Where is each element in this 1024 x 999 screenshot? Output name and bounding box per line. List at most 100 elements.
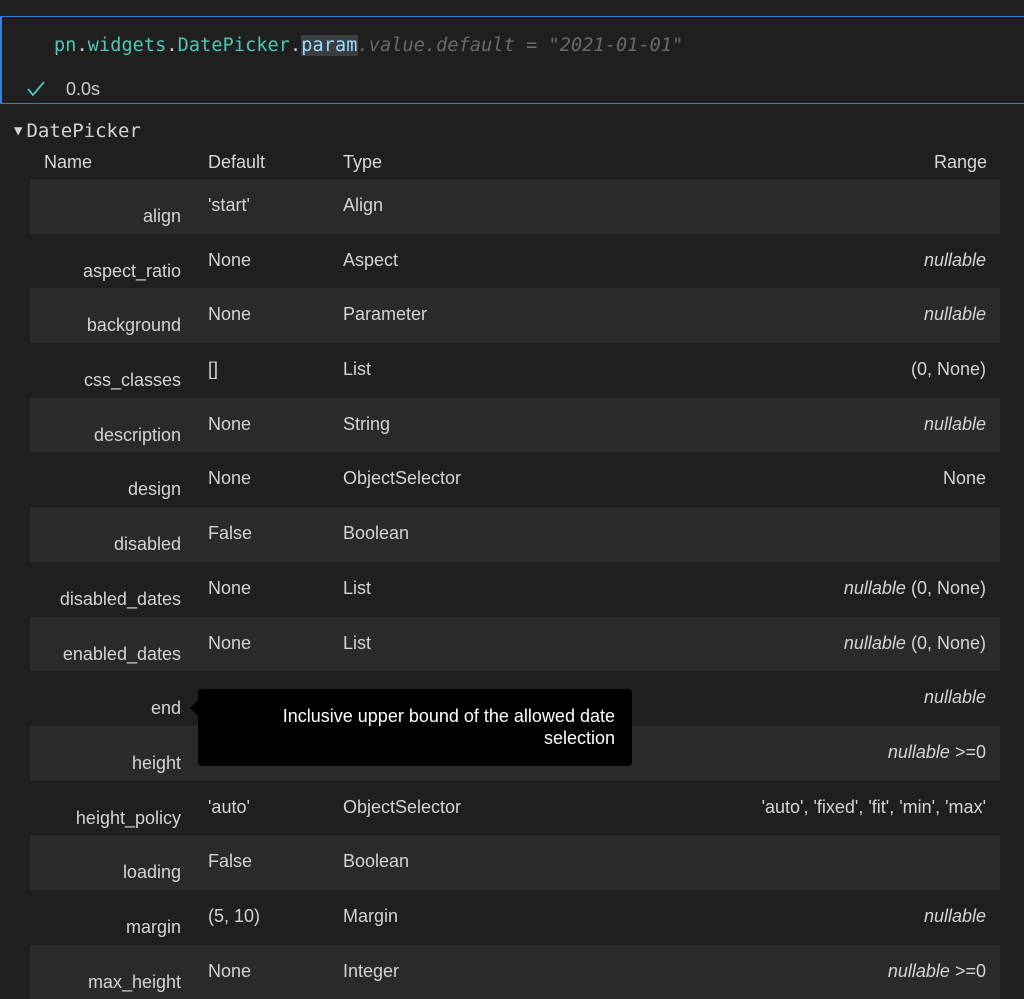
param-type: Boolean [343,851,410,872]
param-range: nullable >=0 [888,961,986,982]
param-range: nullable (0, None) [844,633,986,654]
param-default: None [208,468,252,489]
param-default: None [208,577,252,598]
header-range: Range [933,152,987,172]
param-range: (0, None) [911,359,986,380]
param-default: [] [208,359,219,380]
code-token-param: param [301,35,358,56]
param-range-value: None [942,468,986,489]
execution-time: 0.0s [66,78,101,99]
param-default: (5, 10) [208,905,261,926]
param-name[interactable]: margin [126,917,181,938]
param-name[interactable]: css_classes [84,370,181,391]
param-range: nullable (0, None) [844,578,986,599]
param-default: 'start' [208,195,250,215]
param-range-value: (0, None) [910,359,986,380]
param-type: Aspect [343,249,399,270]
table-row: enabled_dates None List nullable (0, None) [30,616,1000,672]
param-type: List [343,577,372,598]
param-range: nullable [924,687,986,708]
output-title-label: DatePicker [26,120,141,142]
param-name[interactable]: description [94,425,181,446]
param-table: align 'start' Align aspect_ratio None Aspect n… [30,179,1000,999]
param-range-nullable: nullable [843,577,906,598]
param-range: 'auto', 'fixed', 'fit', 'min', 'max' [762,797,986,818]
param-default: None [208,249,252,270]
table-row: height_policy 'auto' ObjectSelector 'auto',… [30,781,1000,836]
tooltip: Inclusive upper bound of the allowed dat… [198,689,632,766]
output-title[interactable]: ▼ DatePicker [14,120,141,142]
code-token-widgets: widgets [87,35,167,56]
param-name[interactable]: design [128,479,181,500]
table-row: description None String nullable [30,397,1000,453]
table-header: Name Default Type Range [0,152,1024,174]
param-name[interactable]: height_policy [76,808,181,829]
tooltip-arrow [190,700,198,716]
param-range: nullable [924,304,986,325]
param-name[interactable]: align [143,206,181,227]
header-type: Type [343,152,383,172]
param-name[interactable]: max_height [88,972,181,993]
param-default: None [208,632,252,653]
param-range-value: >=0 [949,741,986,762]
param-default: 'auto' [208,796,250,817]
table-row: disabled_dates None List nullable (0, None) [30,562,1000,617]
param-type: Boolean [343,523,410,544]
param-name[interactable]: loading [123,862,181,883]
param-name[interactable]: aspect_ratio [83,261,181,282]
param-name[interactable]: height [132,753,181,774]
table-row: css_classes [] List (0, None) [30,343,1000,398]
table-row: align 'start' Align [30,179,1000,234]
checkmark-icon [27,81,45,97]
param-type: ObjectSelector [343,796,462,817]
code-token-pn: pn [54,35,77,56]
cell-focus-bar [0,17,2,103]
param-range-nullable: nullable [923,687,986,708]
param-default: False [208,851,253,872]
param-range: nullable [924,250,986,271]
table-row: loading False Boolean [30,835,1000,890]
param-range: nullable >=0 [888,742,986,763]
param-range-nullable: nullable [923,249,986,270]
param-range-value: >=0 [949,960,986,981]
table-row: disabled False Boolean [30,507,1000,562]
param-range-nullable: nullable [843,632,906,653]
param-name[interactable]: disabled [114,534,181,555]
param-type: Margin [343,905,399,926]
param-name[interactable]: enabled_dates [63,644,181,665]
code-token-datepicker: DatePicker [177,35,291,56]
table-row: aspect_ratio None Aspect nullable [30,234,1000,289]
param-range: nullable [924,414,986,435]
param-range: nullable [924,906,986,927]
triangle-down-icon[interactable]: ▼ [14,123,22,139]
param-type: List [343,632,372,653]
param-name[interactable]: disabled_dates [60,589,181,610]
param-type: ObjectSelector [343,468,462,489]
code-token-dot: . [290,35,302,56]
param-type: Parameter [343,304,428,325]
param-range-value: (0, None) [905,632,986,653]
param-range-nullable: nullable [923,905,986,926]
param-name[interactable]: end [151,698,181,719]
param-default: None [208,960,252,981]
param-default: False [208,523,253,544]
code-line[interactable]: pn.widgets.DatePicker.param.value.defaul… [54,35,683,56]
code-token-dot: . [166,35,178,56]
tooltip-line-1: Inclusive upper bound of the allowed dat… [282,706,615,726]
code-cell[interactable]: pn.widgets.DatePicker.param.value.defaul… [0,16,1024,104]
param-range-nullable: nullable [887,960,950,981]
table-row: margin (5, 10) Margin nullable [30,890,1000,945]
param-range: None [943,468,986,489]
param-default: None [208,304,252,325]
tooltip-line-2: selection [543,728,615,748]
param-type: String [343,413,391,434]
param-type: Integer [343,960,400,981]
inline-suggestion: .value.default = "2021-01-01" [357,35,684,56]
param-type: Align [343,195,384,215]
param-range-value: 'auto', 'fixed', 'fit', 'min', 'max' [761,796,986,817]
param-range-value: (0, None) [905,577,986,598]
execution-status: 0.0s [26,77,100,101]
param-name[interactable]: background [87,315,181,336]
header-name: Name [44,152,93,172]
param-range-nullable: nullable [887,741,950,762]
